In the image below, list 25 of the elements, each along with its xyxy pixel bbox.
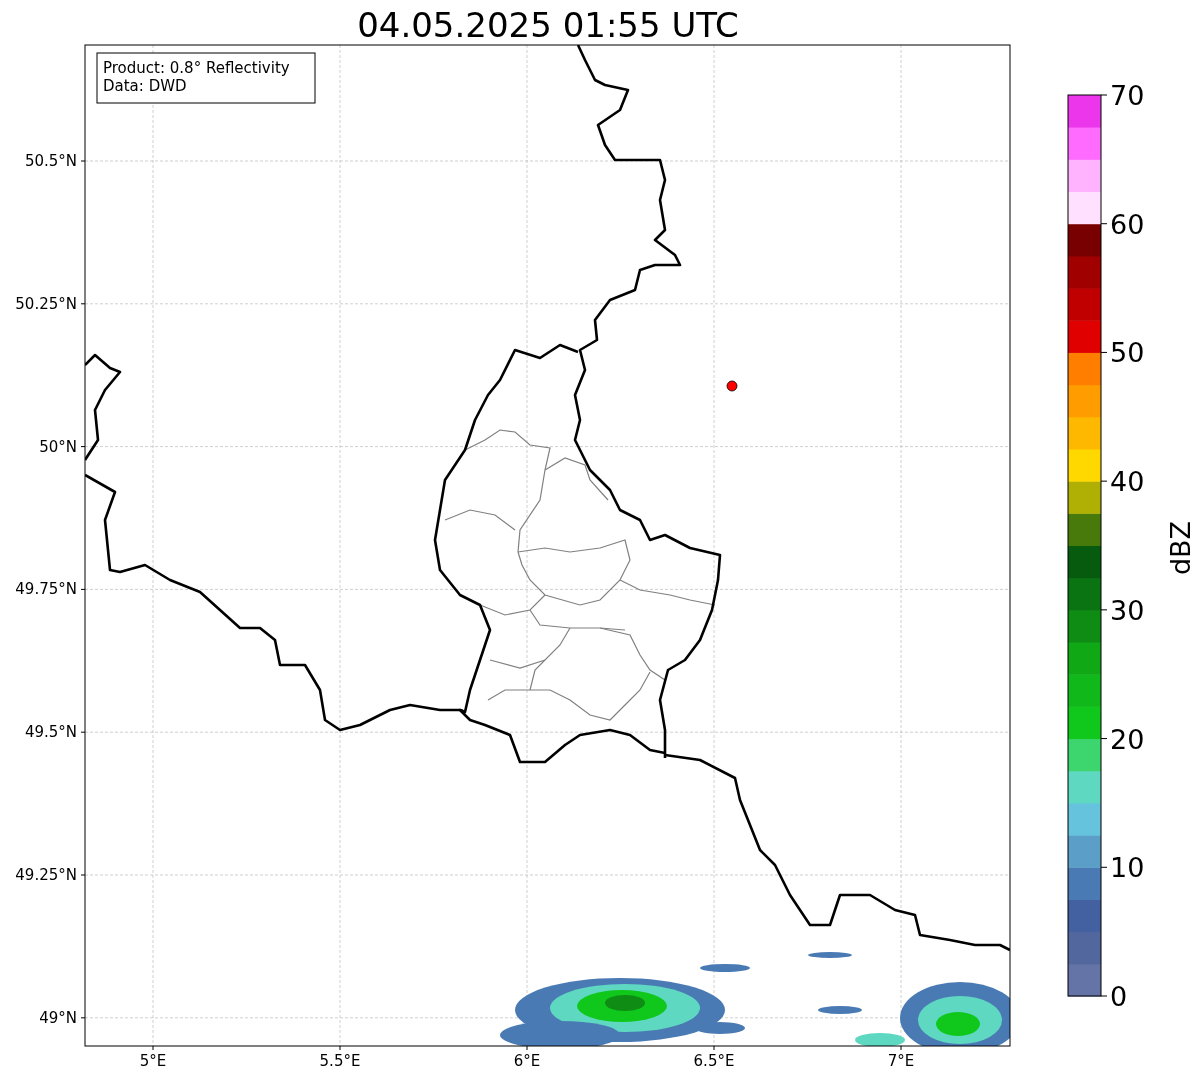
colorbar-tick-label: 60 <box>1110 208 1145 240</box>
location-marker <box>726 380 738 392</box>
longitude-label: 6°E <box>513 1052 541 1070</box>
longitude-label: 5°E <box>139 1052 167 1070</box>
colorbar-tick-label: 10 <box>1110 852 1145 884</box>
latitude-label: 49°N <box>39 1008 77 1027</box>
colorbar-label: dBZ <box>1165 520 1196 576</box>
info-text: Data: DWD <box>103 77 187 95</box>
chart-title: 04.05.2025 01:55 UTC <box>357 5 739 45</box>
info-text: Product: 0.8° Reflectivity <box>103 59 290 77</box>
latitude-label: 49.5°N <box>24 723 77 742</box>
latitude-label: 50.25°N <box>15 294 77 313</box>
longitude-label: 7°E <box>887 1052 915 1070</box>
colorbar-tick-label: 70 <box>1110 80 1145 111</box>
colorbar-tick-label: 30 <box>1110 594 1145 626</box>
colorbar-tick-label: 40 <box>1110 466 1145 498</box>
colorbar-tick-label: 0 <box>1110 981 1128 1012</box>
latitude-label: 49.75°N <box>15 580 77 599</box>
colorbar-tick-label: 20 <box>1110 723 1145 755</box>
latitude-label: 50.5°N <box>24 152 77 170</box>
latitude-label: 50°N <box>39 437 77 456</box>
latitude-label: 49.25°N <box>15 866 77 884</box>
longitude-label: 6.5°E <box>693 1052 735 1070</box>
longitude-label: 5.5°E <box>319 1052 361 1070</box>
colorbar-tick-label: 50 <box>1110 337 1145 369</box>
